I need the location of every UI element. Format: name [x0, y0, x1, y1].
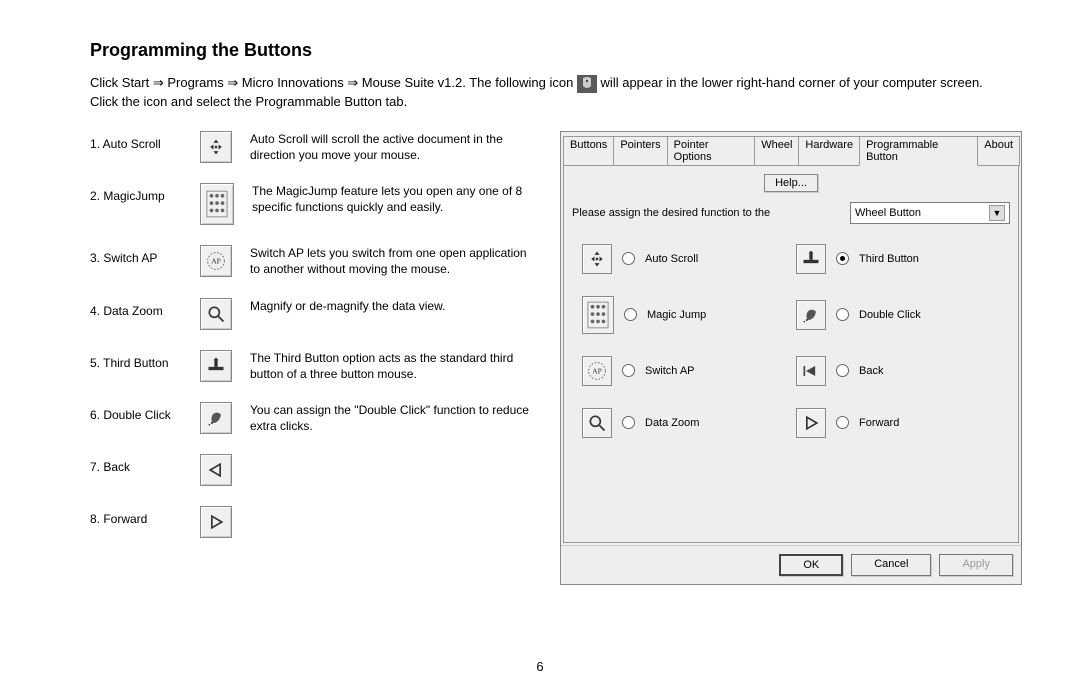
option-label: Magic Jump — [647, 309, 706, 321]
switchap-icon: AP — [582, 356, 612, 386]
feature-row: 8. Forward — [90, 506, 530, 538]
option-label: Data Zoom — [645, 417, 699, 429]
feature-label: 3. Switch AP — [90, 245, 200, 265]
svg-text:AP: AP — [211, 257, 221, 266]
autoscroll-icon — [582, 244, 612, 274]
feature-desc: The Third Button option acts as the stan… — [250, 350, 530, 382]
option-magic-jump[interactable]: Magic Jump — [582, 296, 786, 334]
radio[interactable] — [622, 416, 635, 429]
option-data-zoom[interactable]: Data Zoom — [582, 408, 786, 438]
dblclick-icon — [200, 402, 232, 434]
third-icon — [200, 350, 232, 382]
tab-programmable-button[interactable]: Programmable Button — [859, 136, 978, 166]
option-label: Forward — [859, 417, 899, 429]
magicjump-icon — [200, 183, 234, 225]
feature-row: 6. Double Click You can assign the "Doubl… — [90, 402, 530, 434]
cancel-button[interactable]: Cancel — [851, 554, 931, 576]
feature-label: 1. Auto Scroll — [90, 131, 200, 151]
feature-list: 1. Auto Scroll Auto Scroll will scroll th… — [90, 131, 530, 559]
option-back[interactable]: Back — [796, 356, 1000, 386]
combo-value: Wheel Button — [855, 207, 921, 219]
radio[interactable] — [622, 364, 635, 377]
feature-label: 7. Back — [90, 454, 200, 474]
feature-desc: Auto Scroll will scroll the active docum… — [250, 131, 530, 163]
zoom-icon — [200, 298, 232, 330]
switchap-icon: AP — [200, 245, 232, 277]
radio[interactable] — [836, 416, 849, 429]
option-forward[interactable]: Forward — [796, 408, 1000, 438]
forward-icon — [200, 506, 232, 538]
feature-label: 8. Forward — [90, 506, 200, 526]
radio[interactable] — [836, 364, 849, 377]
feature-row: 1. Auto Scroll Auto Scroll will scroll th… — [90, 131, 530, 163]
option-double-click[interactable]: Double Click — [796, 296, 1000, 334]
magicjump-icon — [582, 296, 614, 334]
feature-label: 2. MagicJump — [90, 183, 200, 203]
autoscroll-icon — [200, 131, 232, 163]
ok-button[interactable]: OK — [779, 554, 843, 576]
back-icon — [200, 454, 232, 486]
tab-buttons[interactable]: Buttons — [563, 136, 614, 166]
third-icon — [796, 244, 826, 274]
tab-pointers[interactable]: Pointers — [613, 136, 667, 166]
back-icon — [796, 356, 826, 386]
options-grid: Auto Scroll Third Button Magic Jump Double … — [572, 244, 1010, 438]
feature-row: 7. Back — [90, 454, 530, 486]
radio[interactable] — [624, 308, 637, 321]
feature-row: 2. MagicJump The MagicJump feature lets y… — [90, 183, 530, 225]
help-button[interactable]: Help... — [764, 174, 818, 192]
svg-text:AP: AP — [592, 366, 602, 375]
dialog-button-row: OK Cancel Apply — [561, 545, 1021, 584]
assign-label: Please assign the desired function to th… — [572, 207, 844, 219]
zoom-icon — [582, 408, 612, 438]
tab-body-programmable-button: Help... Please assign the desired functi… — [563, 165, 1019, 543]
tab-hardware[interactable]: Hardware — [798, 136, 860, 166]
option-label: Back — [859, 365, 883, 377]
tab-wheel[interactable]: Wheel — [754, 136, 799, 166]
option-label: Third Button — [859, 253, 919, 265]
radio[interactable] — [836, 252, 849, 265]
feature-label: 6. Double Click — [90, 402, 200, 422]
option-third-button[interactable]: Third Button — [796, 244, 1000, 274]
feature-label: 5. Third Button — [90, 350, 200, 370]
radio[interactable] — [836, 308, 849, 321]
feature-row: 3. Switch AP AP Switch AP lets you switch … — [90, 245, 530, 277]
target-button-combo[interactable]: Wheel Button ▼ — [850, 202, 1010, 224]
option-label: Double Click — [859, 309, 921, 321]
radio[interactable] — [622, 252, 635, 265]
feature-row: 5. Third Button The Third Button option a… — [90, 350, 530, 382]
forward-icon — [796, 408, 826, 438]
option-switch-ap[interactable]: AP Switch AP — [582, 356, 786, 386]
chevron-down-icon: ▼ — [989, 205, 1005, 221]
apply-button[interactable]: Apply — [939, 554, 1013, 576]
tray-mouse-icon — [577, 75, 597, 93]
feature-desc: Switch AP lets you switch from one open … — [250, 245, 530, 277]
page-title: Programming the Buttons — [90, 40, 1000, 61]
dblclick-icon — [796, 300, 826, 330]
intro-text: Click Start ⇒ Programs ⇒ Micro Innovatio… — [90, 74, 1000, 111]
page-number: 6 — [0, 659, 1080, 674]
tab-strip: ButtonsPointersPointer OptionsWheelHardw… — [561, 132, 1021, 166]
option-label: Auto Scroll — [645, 253, 698, 265]
tab-pointer-options[interactable]: Pointer Options — [667, 136, 756, 166]
feature-label: 4. Data Zoom — [90, 298, 200, 318]
option-auto-scroll[interactable]: Auto Scroll — [582, 244, 786, 274]
mouse-properties-dialog: ButtonsPointersPointer OptionsWheelHardw… — [560, 131, 1022, 585]
feature-desc: The MagicJump feature lets you open any … — [252, 183, 530, 215]
feature-row: 4. Data Zoom Magnify or de-magnify the da… — [90, 298, 530, 330]
option-label: Switch AP — [645, 365, 695, 377]
feature-desc: You can assign the "Double Click" functi… — [250, 402, 530, 434]
feature-desc: Magnify or de-magnify the data view. — [250, 298, 530, 314]
tab-about[interactable]: About — [977, 136, 1020, 166]
intro-pre: Click Start ⇒ Programs ⇒ Micro Innovatio… — [90, 75, 577, 90]
